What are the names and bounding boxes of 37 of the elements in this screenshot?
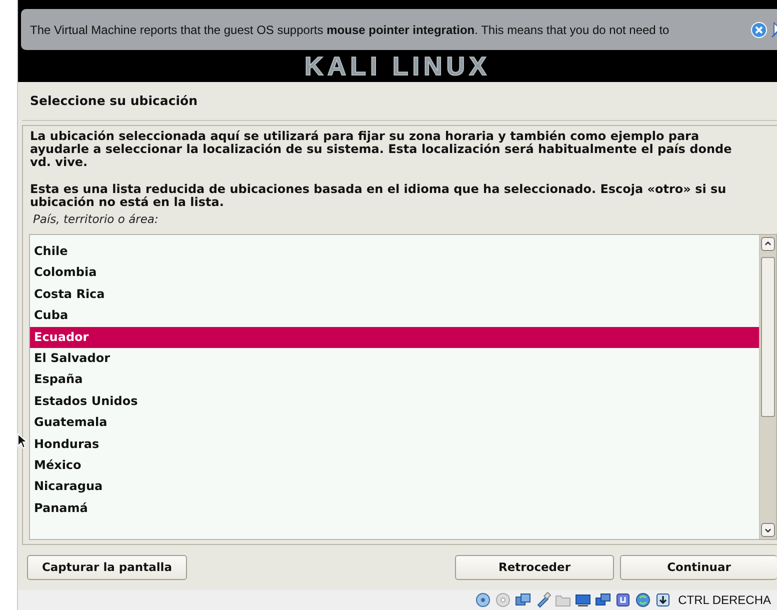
- disk-icon[interactable]: [475, 592, 492, 608]
- list-item[interactable]: Nicaragua: [30, 476, 759, 498]
- description-text: La ubicación seleccionada aquí se utilizará para fijar su zona horaria y también como ejemplo para ayudarle a seleccionar la localización de su sistema. Esta localización será habitualmente el país donde vd. vive.: [30, 130, 733, 169]
- scroll-thumb[interactable]: [761, 257, 775, 417]
- list-item[interactable]: Panamá: [30, 498, 759, 520]
- scroll-up-icon[interactable]: [761, 237, 775, 251]
- close-icon[interactable]: [751, 22, 767, 38]
- scrollbar[interactable]: [759, 235, 776, 539]
- list-item[interactable]: Chile: [30, 241, 759, 262]
- back-button[interactable]: Retroceder: [455, 555, 614, 580]
- continue-button[interactable]: Continuar: [620, 555, 777, 580]
- usb-icon[interactable]: [535, 592, 552, 608]
- mouse-cursor-icon: [17, 433, 27, 449]
- screens-icon[interactable]: [595, 592, 612, 608]
- list-item[interactable]: Estados Unidos: [30, 390, 759, 412]
- list-item[interactable]: Costa Rica: [30, 284, 759, 306]
- network-icon[interactable]: [515, 592, 532, 608]
- screenshot-button[interactable]: Capturar la pantalla: [27, 555, 187, 580]
- chip-icon[interactable]: [615, 592, 632, 608]
- notification-text: The Virtual Machine reports that the guest OS supports mouse pointer integration. This means that you do not need to: [30, 22, 670, 38]
- list-item[interactable]: El Salvador: [30, 348, 759, 370]
- display-icon[interactable]: [575, 592, 592, 608]
- list-item[interactable]: Cuba: [30, 305, 759, 327]
- page-title: Seleccione su ubicación: [22, 82, 777, 121]
- list-item[interactable]: España: [30, 369, 759, 391]
- description-text: Esta es una lista reducida de ubicaciones basada en el idioma que ha seleccionado. Escoja «otro» si su ubicación no está en la lista.: [30, 182, 728, 209]
- list-item[interactable]: México: [30, 454, 759, 476]
- download-icon[interactable]: [655, 592, 672, 608]
- scroll-down-icon[interactable]: [761, 523, 775, 537]
- logo: KALI LINUX: [304, 53, 490, 79]
- list-label: País, territorio o área:: [33, 210, 160, 228]
- list-item[interactable]: Ecuador: [30, 326, 759, 348]
- host-key-label: CTRL DERECHA: [678, 592, 771, 609]
- list-item[interactable]: Guatemala: [30, 412, 759, 434]
- list-item[interactable]: Colombia: [30, 262, 759, 284]
- list-item[interactable]: Honduras: [30, 434, 759, 455]
- refresh-icon[interactable]: [635, 592, 652, 608]
